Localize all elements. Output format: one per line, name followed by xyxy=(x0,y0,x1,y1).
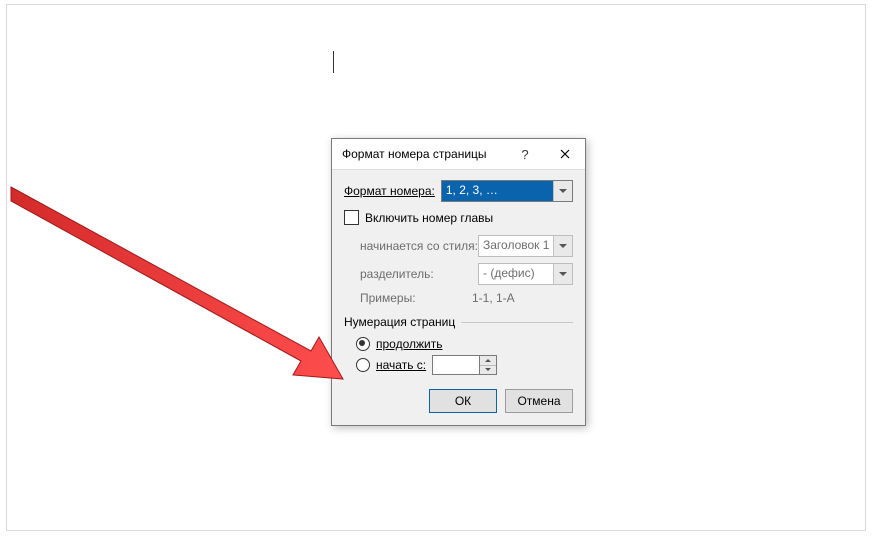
radio-continue[interactable] xyxy=(356,337,370,351)
text-cursor xyxy=(333,51,334,73)
close-button[interactable] xyxy=(545,139,585,169)
examples-label: Примеры: xyxy=(360,291,472,305)
numbering-group-label: Нумерация страниц xyxy=(344,315,573,329)
help-icon: ? xyxy=(521,147,528,162)
help-button[interactable]: ? xyxy=(505,139,545,169)
document-area: Формат номера страницы ? Формат номера: … xyxy=(6,4,866,531)
include-chapter-label: Включить номер главы xyxy=(365,211,493,225)
chevron-down-icon xyxy=(553,181,572,201)
radio-start-at[interactable] xyxy=(356,358,370,372)
radio-start-at-label: начать с: xyxy=(376,358,426,372)
separator-label: разделитель: xyxy=(360,267,472,281)
starts-with-style-combo[interactable]: Заголовок 1 xyxy=(478,235,573,257)
number-format-combo[interactable]: 1, 2, 3, … xyxy=(441,180,573,202)
annotation-arrow xyxy=(0,179,371,399)
dialog-titlebar[interactable]: Формат номера страницы ? xyxy=(332,139,585,170)
chevron-down-icon xyxy=(553,264,572,284)
radio-continue-row[interactable]: продолжить xyxy=(356,337,573,351)
starts-with-style-value: Заголовок 1 xyxy=(479,236,553,256)
page-number-format-dialog: Формат номера страницы ? Формат номера: … xyxy=(331,138,586,426)
include-chapter-checkbox[interactable] xyxy=(344,210,359,225)
start-at-input[interactable] xyxy=(432,355,479,375)
number-format-value: 1, 2, 3, … xyxy=(442,181,553,201)
spinner-up[interactable] xyxy=(480,356,496,365)
chevron-down-icon xyxy=(553,236,572,256)
spinner-down[interactable] xyxy=(480,365,496,375)
starts-with-style-label: начинается со стиля: xyxy=(360,239,472,253)
radio-continue-label: продолжить xyxy=(376,337,442,351)
separator-value: - (дефис) xyxy=(479,264,553,284)
format-label: Формат номера: xyxy=(344,184,435,198)
cancel-button[interactable]: Отмена xyxy=(505,389,573,413)
include-chapter-checkbox-row[interactable]: Включить номер главы xyxy=(344,210,573,225)
separator-combo[interactable]: - (дефис) xyxy=(478,263,573,285)
chevron-up-icon xyxy=(485,359,491,362)
examples-value: 1-1, 1-A xyxy=(472,291,515,305)
chevron-down-icon xyxy=(485,368,491,371)
ok-button[interactable]: ОК xyxy=(429,389,497,413)
close-icon xyxy=(560,149,570,159)
dialog-title: Формат номера страницы xyxy=(342,147,505,161)
radio-start-at-row[interactable]: начать с: xyxy=(356,355,573,375)
start-at-spinner[interactable] xyxy=(432,355,497,375)
